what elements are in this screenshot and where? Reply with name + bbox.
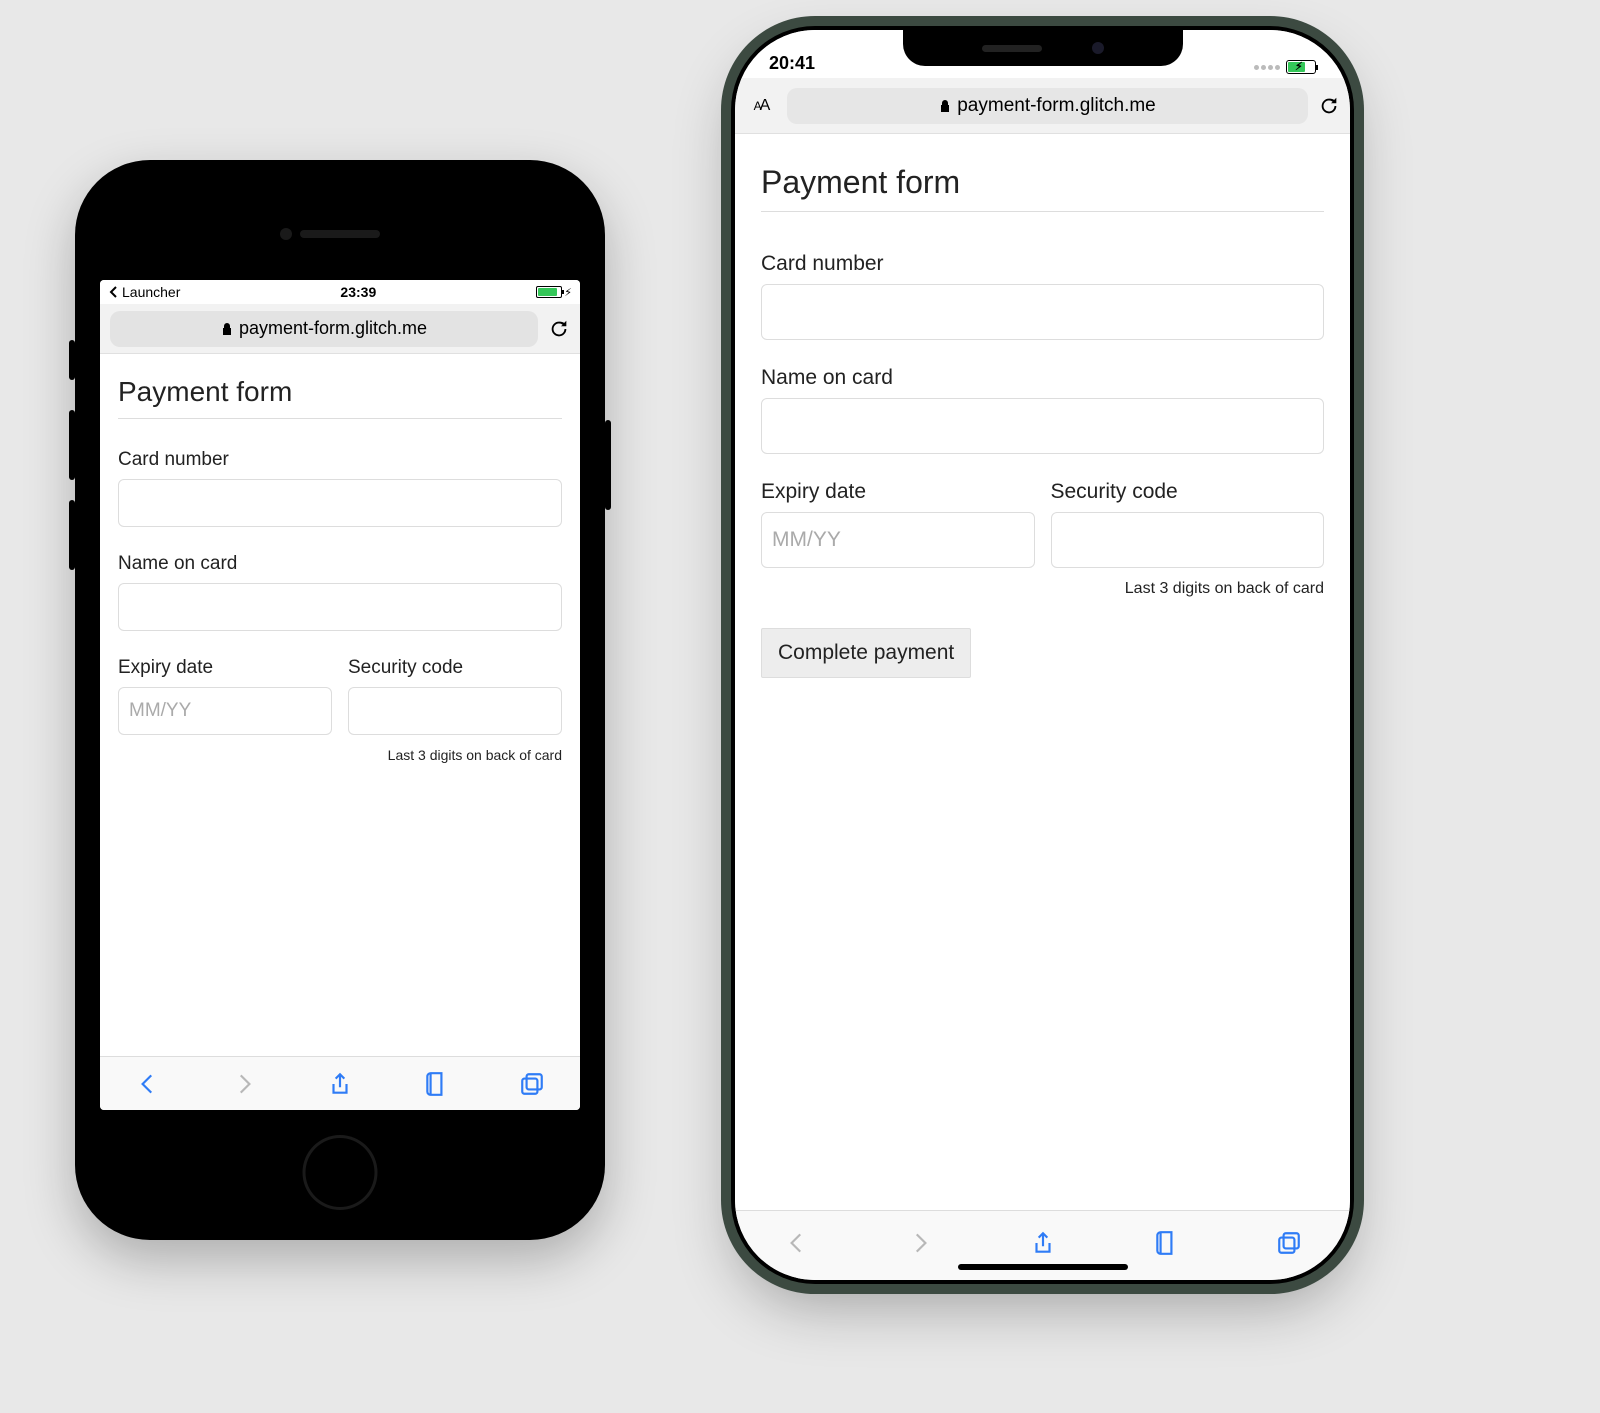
forward-icon xyxy=(231,1071,257,1097)
expiry-input[interactable] xyxy=(761,512,1035,568)
cvc-label: Security code xyxy=(348,657,562,679)
battery-icon xyxy=(536,286,562,298)
power-button xyxy=(1358,300,1364,410)
expiry-field: Expiry date xyxy=(118,657,332,735)
battery-indicator: ⚡︎ xyxy=(536,286,572,299)
home-button[interactable] xyxy=(303,1135,378,1210)
volume-down-button xyxy=(69,500,75,570)
charging-icon: ⚡︎ xyxy=(564,286,572,299)
share-icon[interactable] xyxy=(1030,1230,1056,1256)
back-to-app[interactable]: Launcher xyxy=(108,284,180,300)
tabs-icon[interactable] xyxy=(1276,1230,1302,1256)
front-camera xyxy=(1092,42,1104,54)
reload-icon[interactable] xyxy=(548,318,570,340)
expiry-input[interactable] xyxy=(118,687,332,735)
safari-toolbar xyxy=(100,1056,580,1110)
card-number-input[interactable] xyxy=(118,479,562,527)
expiry-label: Expiry date xyxy=(761,480,1035,504)
back-icon[interactable] xyxy=(784,1230,810,1256)
cvc-field: Security code xyxy=(348,657,562,735)
back-to-app-label: Launcher xyxy=(122,284,180,300)
back-icon[interactable] xyxy=(135,1071,161,1097)
tabs-icon[interactable] xyxy=(519,1071,545,1097)
bookmarks-icon[interactable] xyxy=(423,1071,449,1097)
volume-up-button xyxy=(722,280,727,350)
url-field[interactable]: payment-form.glitch.me xyxy=(787,88,1308,124)
volume-down-button xyxy=(722,370,727,440)
card-number-label: Card number xyxy=(761,252,1324,276)
lock-icon xyxy=(221,322,233,336)
status-time: 23:39 xyxy=(340,284,376,300)
name-on-card-field: Name on card xyxy=(761,366,1324,454)
cvc-hint: Last 3 digits on back of card xyxy=(761,580,1324,598)
page-title: Payment form xyxy=(761,164,1324,212)
card-number-input[interactable] xyxy=(761,284,1324,340)
status-time: 20:41 xyxy=(769,53,815,74)
safari-url-bar: AA payment-form.glitch.me xyxy=(735,78,1350,134)
iphone-11-device: 20:41 ⚡︎ AA payment-form.glitch.me Payme… xyxy=(735,30,1350,1280)
share-icon[interactable] xyxy=(327,1071,353,1097)
page-content: Payment form Card number Name on card Ex… xyxy=(735,134,1350,1210)
power-button xyxy=(605,420,611,510)
earpiece-speaker xyxy=(300,230,380,238)
chevron-left-icon xyxy=(108,286,120,298)
cvc-input[interactable] xyxy=(348,687,562,735)
mute-switch xyxy=(69,340,75,380)
expiry-field: Expiry date xyxy=(761,480,1035,568)
bookmarks-icon[interactable] xyxy=(1153,1230,1179,1256)
reload-icon[interactable] xyxy=(1318,95,1340,117)
status-bar: Launcher 23:39 ⚡︎ xyxy=(100,280,580,304)
card-number-field: Card number xyxy=(761,252,1324,340)
url-field[interactable]: payment-form.glitch.me xyxy=(110,311,538,347)
front-camera xyxy=(280,228,292,240)
name-on-card-field: Name on card xyxy=(118,553,562,631)
card-number-label: Card number xyxy=(118,449,562,471)
name-on-card-input[interactable] xyxy=(761,398,1324,454)
cvc-field: Security code xyxy=(1051,480,1325,568)
name-on-card-label: Name on card xyxy=(118,553,562,575)
name-on-card-label: Name on card xyxy=(761,366,1324,390)
cvc-hint: Last 3 digits on back of card xyxy=(118,747,562,763)
url-text: payment-form.glitch.me xyxy=(239,318,427,339)
page-title: Payment form xyxy=(118,376,562,419)
cvc-input[interactable] xyxy=(1051,512,1325,568)
name-on-card-input[interactable] xyxy=(118,583,562,631)
battery-icon: ⚡︎ xyxy=(1286,60,1316,74)
complete-payment-button[interactable]: Complete payment xyxy=(761,628,971,678)
expiry-label: Expiry date xyxy=(118,657,332,679)
url-text: payment-form.glitch.me xyxy=(957,95,1156,117)
cellular-signal-icon xyxy=(1254,65,1280,70)
earpiece-speaker xyxy=(982,45,1042,52)
cvc-label: Security code xyxy=(1051,480,1325,504)
expiry-cvc-row: Expiry date Security code xyxy=(761,480,1324,574)
page-content: Payment form Card number Name on card Ex… xyxy=(100,354,580,1056)
forward-icon xyxy=(907,1230,933,1256)
iphone-7-device: Launcher 23:39 ⚡︎ payment-form.glitch.me… xyxy=(75,160,605,1240)
lock-icon xyxy=(939,99,951,113)
text-size-button[interactable]: AA xyxy=(745,97,777,115)
volume-up-button xyxy=(69,410,75,480)
card-number-field: Card number xyxy=(118,449,562,527)
notch xyxy=(903,30,1183,66)
screen: Launcher 23:39 ⚡︎ payment-form.glitch.me… xyxy=(100,280,580,1110)
safari-url-bar: payment-form.glitch.me xyxy=(100,304,580,354)
home-indicator[interactable] xyxy=(958,1264,1128,1270)
expiry-cvc-row: Expiry date Security code xyxy=(118,657,562,741)
mute-switch xyxy=(722,215,727,250)
